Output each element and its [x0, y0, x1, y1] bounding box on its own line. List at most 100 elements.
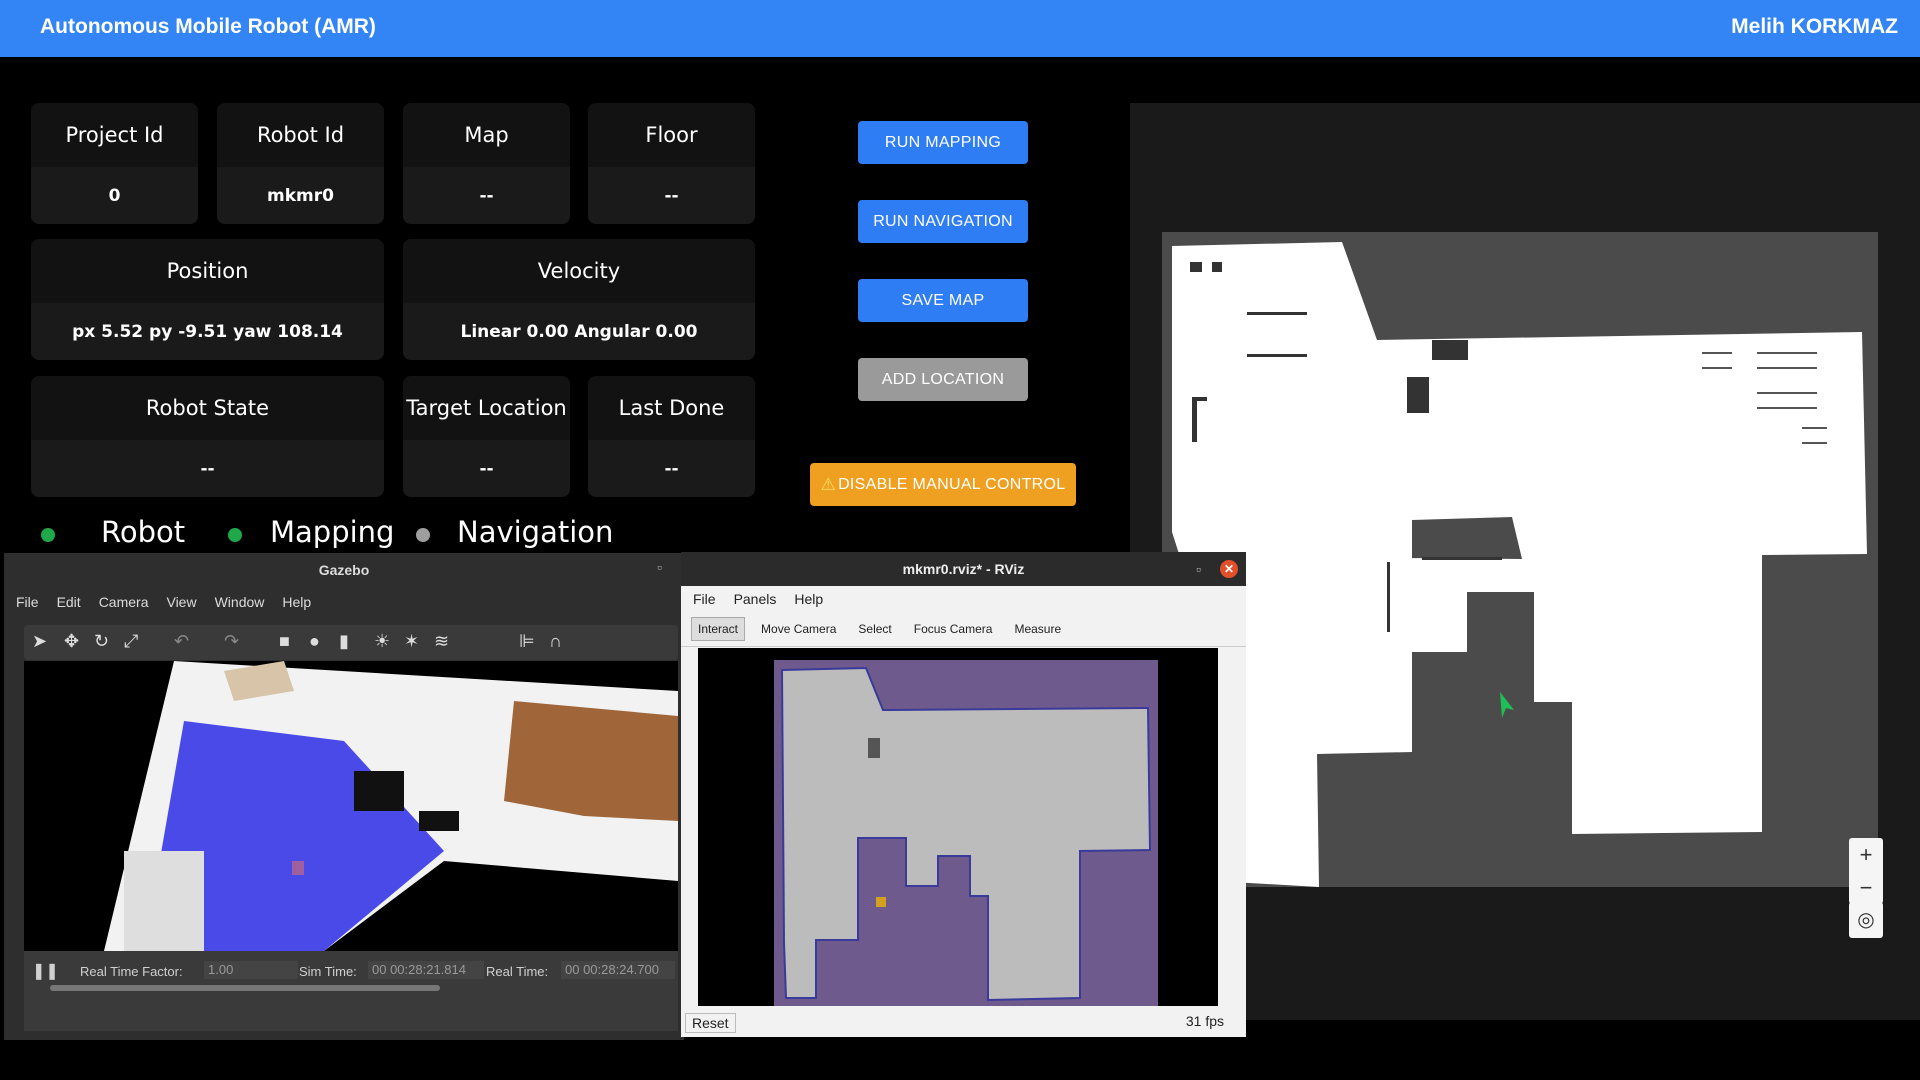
menu-help[interactable]: Help [282, 594, 311, 610]
sim-time-label: Sim Time: [299, 964, 357, 979]
point-light-icon[interactable]: ☀ [374, 631, 390, 652]
occupancy-map[interactable] [1162, 232, 1878, 887]
select-arrow-icon[interactable]: ➤ [32, 631, 47, 652]
card-value: -- [403, 440, 570, 497]
card-label: Project Id [31, 103, 198, 167]
sphere-shape-icon[interactable]: ● [309, 631, 320, 652]
zoom-control: + − [1849, 838, 1883, 904]
card-label: Map [403, 103, 570, 167]
interact-tool[interactable]: Interact [691, 617, 746, 641]
menu-file[interactable]: File [16, 594, 39, 610]
pause-icon[interactable]: ❚❚ [32, 961, 59, 981]
run-mapping-button[interactable]: RUN MAPPING [858, 121, 1028, 164]
locate-icon[interactable]: ◎ [1849, 902, 1883, 938]
window-title: mkmr0.rviz* - RViz ▫ ✕ [681, 552, 1246, 586]
top-app-bar: Autonomous Mobile Robot (AMR) Melih KORK… [0, 0, 1920, 57]
occupancy-grid-graphic [1172, 242, 1867, 887]
robot-marker [1500, 692, 1514, 718]
robot-status-label: Robot [101, 515, 186, 549]
target-location-card: Target Location -- [403, 376, 570, 497]
menu-camera[interactable]: Camera [99, 594, 149, 610]
box-shape-icon[interactable]: ■ [279, 631, 290, 652]
maximize-icon[interactable]: ▫ [1196, 552, 1201, 586]
card-value: -- [403, 167, 570, 224]
robot-status-dot [41, 528, 55, 542]
menu-help[interactable]: Help [794, 591, 823, 607]
navigation-status-label: Navigation [457, 515, 614, 549]
horizontal-scrollbar[interactable] [50, 985, 440, 991]
close-icon[interactable]: ✕ [1220, 560, 1238, 578]
real-time-factor-value: 1.00 [204, 961, 298, 979]
menu-view[interactable]: View [166, 594, 196, 610]
warning-icon: ⚠ [820, 474, 837, 494]
save-map-button[interactable]: SAVE MAP [858, 279, 1028, 322]
gazebo-toolbar: ➤ ✥ ↻ ⤢ ↶ ↷ ■ ● ▮ ☀ ✶ ≋ ⊫ ∩ [24, 625, 678, 660]
card-value: -- [31, 440, 384, 497]
translate-icon[interactable]: ✥ [64, 631, 79, 652]
card-label: Robot State [31, 376, 384, 440]
align-icon[interactable]: ⊫ [519, 631, 535, 652]
undo-icon[interactable]: ↶ [174, 631, 189, 652]
mapping-status-label: Mapping [270, 515, 395, 549]
real-time-value: 00 00:28:24.700 [561, 961, 675, 979]
add-location-button[interactable]: ADD LOCATION [858, 358, 1028, 401]
zoom-out-button[interactable]: − [1849, 871, 1883, 904]
rotate-icon[interactable]: ↻ [94, 631, 109, 652]
navigation-status-dot [416, 528, 430, 542]
run-navigation-button[interactable]: RUN NAVIGATION [858, 200, 1028, 243]
real-time-label: Real Time: [486, 964, 549, 979]
rviz-window: mkmr0.rviz* - RViz ▫ ✕ File Panels Help … [681, 552, 1246, 1037]
robot-state-card: Robot State -- [31, 376, 384, 497]
move-camera-tool[interactable]: Move Camera [755, 618, 842, 640]
zoom-in-button[interactable]: + [1849, 838, 1883, 871]
focus-camera-tool[interactable]: Focus Camera [908, 618, 999, 640]
select-tool[interactable]: Select [852, 618, 897, 640]
disable-manual-control-label: DISABLE MANUAL CONTROL [838, 475, 1066, 493]
card-label: Floor [588, 103, 755, 167]
rviz-title-text: mkmr0.rviz* - RViz [902, 561, 1025, 577]
position-card: Position px 5.52 py -9.51 yaw 108.14 [31, 239, 384, 360]
snap-icon[interactable]: ∩ [549, 631, 562, 652]
redo-icon[interactable]: ↷ [224, 631, 239, 652]
gazebo-3d-view[interactable] [24, 661, 678, 951]
reset-button[interactable]: Reset [685, 1013, 736, 1033]
card-label: Robot Id [217, 103, 384, 167]
app-title: Autonomous Mobile Robot (AMR) [40, 15, 376, 38]
measure-tool[interactable]: Measure [1008, 618, 1067, 640]
card-value: mkmr0 [217, 167, 384, 224]
real-time-factor-label: Real Time Factor: [80, 964, 183, 979]
menu-edit[interactable]: Edit [57, 594, 81, 610]
card-label: Velocity [403, 239, 755, 303]
gazebo-window: Gazebo ▫ File Edit Camera View Window He… [4, 553, 684, 1040]
floor-card: Floor -- [588, 103, 755, 224]
spot-light-icon[interactable]: ✶ [404, 631, 419, 652]
scale-icon[interactable]: ⤢ [124, 631, 138, 652]
directional-light-icon[interactable]: ≋ [434, 631, 449, 652]
disable-manual-control-button[interactable]: ⚠ DISABLE MANUAL CONTROL [810, 463, 1076, 506]
menu-window[interactable]: Window [215, 594, 265, 610]
last-done-target-card: Last Done Target -- [588, 376, 755, 497]
velocity-card: Velocity Linear 0.00 Angular 0.00 [403, 239, 755, 360]
rviz-toolbar: Interact Move Camera Select Focus Camera… [681, 612, 1246, 647]
card-value: -- [588, 440, 755, 497]
menu-bar: File Edit Camera View Window Help [4, 588, 684, 616]
rviz-3d-view[interactable] [698, 648, 1218, 1006]
card-value: px 5.52 py -9.51 yaw 108.14 [31, 303, 384, 360]
card-label: Last Done Target [588, 376, 755, 484]
card-value: Linear 0.00 Angular 0.00 [403, 303, 755, 360]
simulation-scene-graphic [104, 661, 678, 951]
card-value: 0 [31, 167, 198, 224]
user-name: Melih KORKMAZ [1731, 15, 1898, 38]
maximize-icon[interactable]: ▫ [657, 559, 662, 575]
cylinder-shape-icon[interactable]: ▮ [339, 631, 349, 652]
fps-readout: 31 fps [1185, 1013, 1224, 1029]
card-value: -- [588, 167, 755, 224]
card-label: Position [31, 239, 384, 303]
rviz-map-graphic [774, 660, 1158, 1006]
window-title: Gazebo [4, 553, 684, 588]
menu-file[interactable]: File [693, 591, 716, 607]
gazebo-status-bar: ❚❚ Real Time Factor: 1.00 Sim Time: 00 0… [24, 951, 678, 1031]
menu-panels[interactable]: Panels [734, 591, 777, 607]
card-label: Target Location [403, 376, 570, 440]
rviz-footer: Reset 31 fps [681, 1009, 1246, 1037]
